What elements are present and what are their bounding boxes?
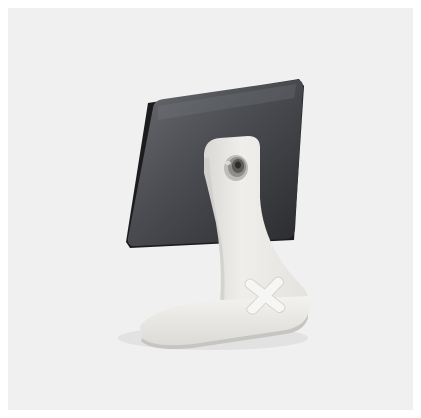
mount-knob-icon	[224, 155, 248, 181]
tablet-stand-photo	[118, 79, 312, 350]
product-photo-frame	[8, 8, 413, 410]
